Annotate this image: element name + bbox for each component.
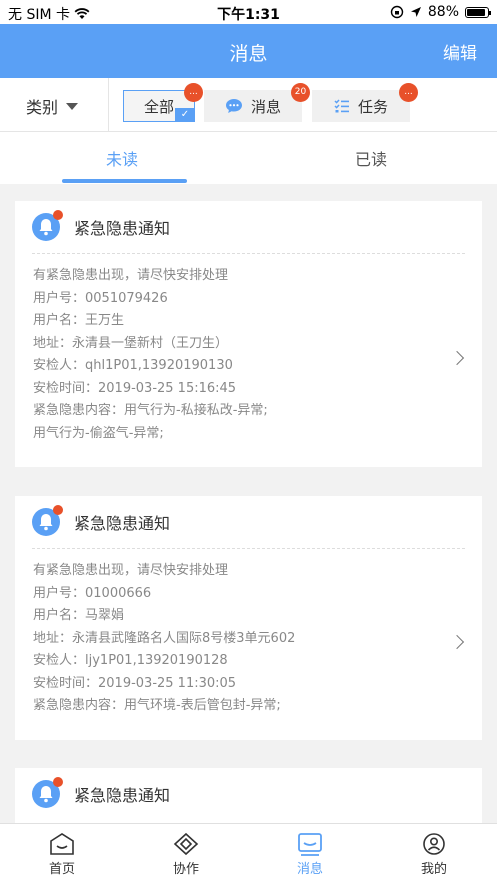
card-line: 有紧急隐患出现，请尽快安排处理	[33, 268, 229, 283]
card-line: 安检人：ljy1P01,13920190128	[33, 653, 228, 668]
edit-button[interactable]: 编辑	[443, 39, 477, 64]
tab-messages[interactable]: 消息	[270, 832, 350, 877]
card-line: 紧急隐患内容：用气环境-表后管包封-异常;	[33, 698, 281, 713]
card-line: 地址：永清县一堡新村（王刀生）	[33, 335, 229, 351]
card-title: 紧急隐患通知	[74, 786, 171, 805]
filter-bar: 类别 全部 ✓ ... 消息 20 任务 ...	[0, 78, 497, 132]
battery-percent: 88%	[427, 4, 459, 20]
card-line: 用户号：01000666	[33, 585, 152, 601]
tab-label: 消息	[296, 862, 323, 877]
bottom-tab-bar: 首页 协作 消息 我的	[0, 823, 497, 883]
card-line: 地址：永清县武隆路名人国际8号楼3单元602	[33, 630, 296, 646]
divider	[108, 78, 109, 132]
handshake-icon	[173, 832, 199, 856]
tab-mine[interactable]: 我的	[394, 832, 474, 877]
tab-label: 协作	[172, 862, 199, 877]
unread-dot	[53, 210, 63, 220]
rotation-lock-icon	[390, 5, 404, 19]
bell-icon	[32, 505, 63, 536]
caret-down-icon	[66, 102, 79, 110]
category-dropdown[interactable]: 类别	[26, 94, 79, 118]
divider	[32, 548, 465, 549]
home-icon	[50, 833, 74, 855]
chip-label: 全部	[143, 97, 174, 116]
card-title: 紧急隐患通知	[74, 219, 171, 238]
tab-label: 我的	[420, 862, 447, 877]
tab-label: 首页	[48, 862, 75, 877]
unread-dot	[53, 777, 63, 787]
notification-badge: ...	[399, 83, 418, 102]
bell-icon	[32, 210, 63, 241]
chevron-right-icon	[449, 634, 465, 650]
card-body: 有紧急隐患出现，请尽快安排处理 用户号：0051079426 用户名：王万生 地…	[33, 265, 442, 445]
card-line: 紧急隐患内容：用气行为-私接私改-异常;	[33, 403, 268, 418]
chat-bubble-icon	[225, 99, 242, 113]
notification-badge: 20	[291, 83, 310, 102]
notification-card[interactable]: 紧急隐患通知 有紧急隐患出现，请尽快安排处理 用户号：0051079426 用户…	[15, 201, 482, 467]
check-icon: ✓	[175, 108, 195, 122]
notification-badge: ...	[184, 83, 203, 102]
card-line: 用气行为-偷盗气-异常;	[33, 425, 164, 441]
battery-icon	[465, 6, 491, 18]
chip-label: 消息	[250, 97, 281, 116]
profile-icon	[423, 833, 445, 855]
card-title: 紧急隐患通知	[74, 514, 171, 533]
card-line: 安检时间：2019-03-25 15:16:45	[33, 380, 237, 396]
card-line: 有紧急隐患出现，请尽快安排处理	[33, 563, 229, 578]
status-bar: 无 SIM 卡 下午1:31 88%	[0, 0, 497, 24]
tab-collaborate[interactable]: 协作	[146, 832, 226, 877]
page-title: 消息	[229, 43, 268, 65]
chevron-right-icon	[449, 350, 465, 366]
message-icon	[298, 833, 322, 856]
card-line: 用户名：王万生	[33, 313, 125, 328]
card-line: 安检人：qhl1P01,13920190130	[33, 358, 233, 373]
notification-card[interactable]: 紧急隐患通知	[15, 768, 482, 828]
card-line: 用户名：马翠娟	[33, 608, 125, 623]
active-tab-indicator	[62, 179, 187, 183]
checklist-icon	[334, 99, 349, 113]
card-line: 安检时间：2019-03-25 11:30:05	[33, 675, 237, 691]
tab-home[interactable]: 首页	[22, 832, 102, 877]
filter-chip-message[interactable]: 消息	[204, 90, 302, 122]
filter-chip-task[interactable]: 任务	[312, 90, 410, 122]
read-status-tabs: 未读 已读	[0, 132, 497, 184]
category-label: 类别	[26, 98, 59, 117]
location-arrow-icon	[410, 7, 421, 17]
bell-icon	[32, 777, 63, 808]
notification-card[interactable]: 紧急隐患通知 有紧急隐患出现，请尽快安排处理 用户号：01000666 用户名：…	[15, 496, 482, 740]
unread-dot	[53, 505, 63, 515]
tab-unread[interactable]: 未读	[106, 146, 138, 170]
nav-bar: 消息 编辑	[0, 24, 497, 78]
card-line: 用户号：0051079426	[33, 290, 168, 306]
divider	[32, 253, 465, 254]
tab-read[interactable]: 已读	[355, 146, 387, 170]
chip-label: 任务	[357, 97, 388, 116]
card-body: 有紧急隐患出现，请尽快安排处理 用户号：01000666 用户名：马翠娟 地址：…	[33, 560, 442, 718]
